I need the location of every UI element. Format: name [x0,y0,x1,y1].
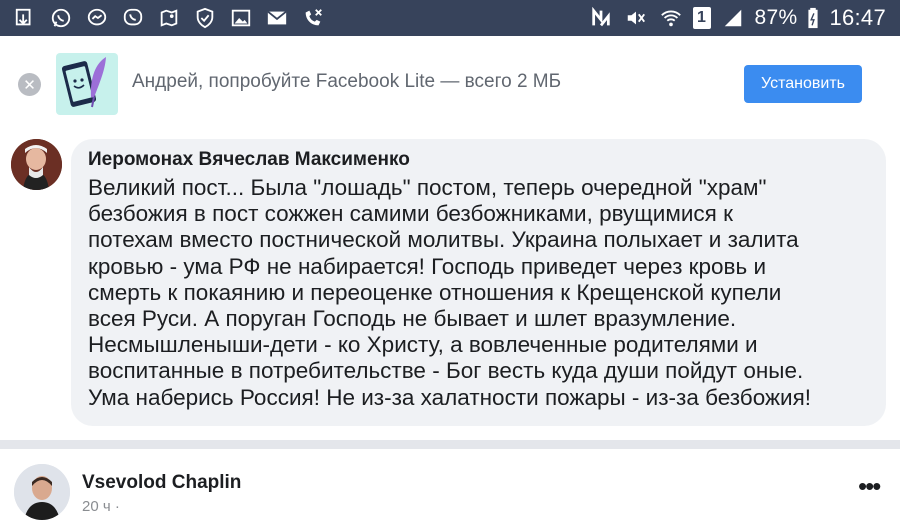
signal-icon [720,7,746,29]
battery-charging-icon [806,7,820,29]
facebook-lite-logo [56,53,118,115]
more-options-icon[interactable]: ••• [858,473,881,499]
feed-divider [0,440,900,449]
sim-icon: 1 [692,7,711,29]
system-status: 1 87% 16:47 [588,5,887,31]
clock: 16:47 [829,5,886,30]
comment-bubble: Иеромонах Вячеслав Максименко Великий по… [71,139,886,426]
download-arrow-icon [12,7,38,29]
gallery-icon [228,7,254,29]
avatar[interactable] [11,139,62,190]
notification-icons [12,7,326,29]
battery-percent: 87% [754,6,798,29]
comment-author[interactable]: Иеромонах Вячеслав Максименко [88,148,868,172]
sim-number: 1 [697,9,706,26]
install-button[interactable]: Установить [744,65,862,103]
status-bar: 1 87% 16:47 [0,0,900,36]
nfc-icon [588,7,614,29]
comment-text: Великий пост... Была "лошадь" постом, те… [88,175,812,410]
facebook-lite-promo: ✕ Андрей, попробуйте Facebook Lite — все… [0,36,900,132]
promo-text: Андрей, попробуйте Facebook Lite — всего… [132,71,562,92]
whatsapp-icon [48,7,74,29]
shield-icon [192,7,218,29]
messenger-icon [84,7,110,29]
mail-icon [264,7,290,29]
wifi-icon [658,7,684,29]
avatar[interactable] [14,464,70,520]
post-author[interactable]: Vsevolod Chaplin [82,472,241,494]
location-icon [156,7,182,29]
viber-icon [120,7,146,29]
close-icon[interactable]: ✕ [18,73,41,96]
missed-call-icon [300,7,326,29]
mute-icon [623,7,649,29]
post-time[interactable]: 20 ч · [82,498,120,515]
